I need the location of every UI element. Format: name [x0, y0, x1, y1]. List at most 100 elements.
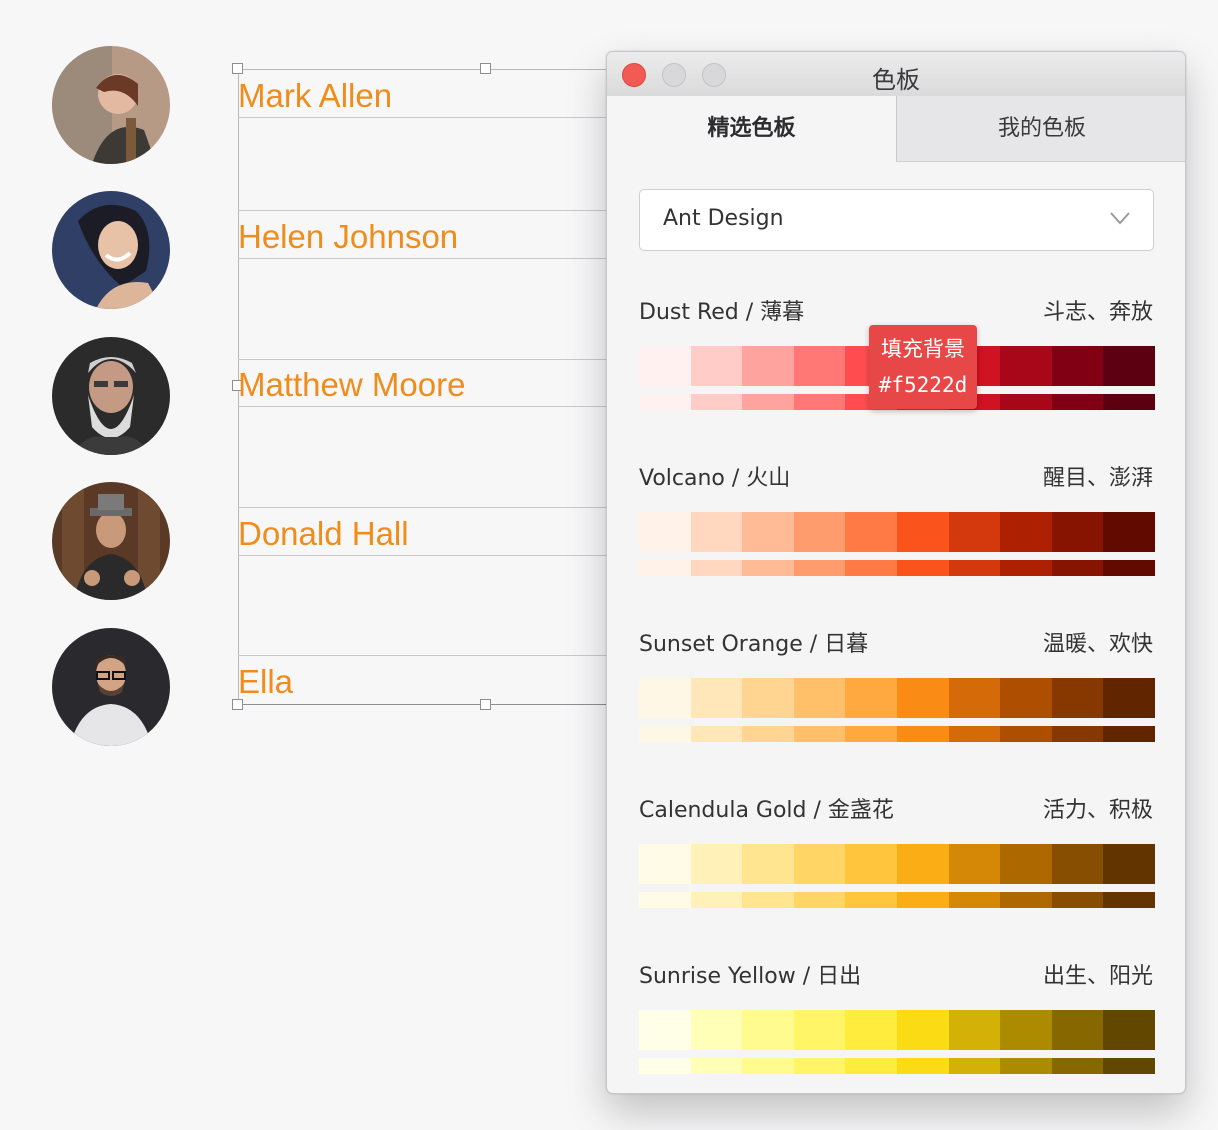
tab-featured-palettes[interactable]: 精选色板: [607, 96, 896, 162]
color-swatch[interactable]: [948, 512, 1001, 552]
color-swatch: [1051, 394, 1104, 410]
color-swatch: [690, 726, 743, 742]
person-name[interactable]: Matthew Moore: [238, 368, 465, 401]
resize-handle-bottom-center[interactable]: [480, 699, 491, 710]
color-swatch: [896, 1058, 949, 1074]
color-swatch[interactable]: [845, 678, 897, 718]
palette-swatches-preview: [639, 892, 1155, 908]
person-name[interactable]: Ella: [238, 665, 293, 698]
avatar[interactable]: [52, 482, 170, 600]
resize-handle-bottom-left[interactable]: [232, 699, 243, 710]
color-swatch[interactable]: [1000, 346, 1052, 386]
resize-handle-top-left[interactable]: [232, 63, 243, 74]
tab-my-palettes[interactable]: 我的色板: [896, 96, 1185, 162]
color-swatch[interactable]: [1051, 346, 1104, 386]
avatar[interactable]: [52, 191, 170, 309]
color-swatch[interactable]: [896, 1010, 949, 1050]
color-swatch[interactable]: [1000, 844, 1052, 884]
color-swatch[interactable]: [793, 844, 846, 884]
selection-frame-top: [238, 69, 608, 70]
color-swatch: [845, 892, 897, 908]
color-swatch[interactable]: [1051, 844, 1104, 884]
color-swatch[interactable]: [690, 1010, 743, 1050]
palette-swatches[interactable]: [639, 844, 1155, 884]
person-photo: [52, 337, 170, 455]
color-swatch[interactable]: [742, 346, 794, 386]
color-swatch: [948, 892, 1001, 908]
window-title: 色板: [872, 66, 920, 94]
color-swatch: [1103, 560, 1155, 576]
color-swatch[interactable]: [793, 1010, 846, 1050]
color-swatch: [1000, 726, 1052, 742]
person-name[interactable]: Donald Hall: [238, 517, 409, 550]
color-swatch[interactable]: [1103, 1010, 1155, 1050]
color-swatch[interactable]: [742, 512, 794, 552]
palette-swatches[interactable]: [639, 678, 1155, 718]
color-swatch[interactable]: [639, 844, 691, 884]
color-swatch: [896, 726, 949, 742]
palette-description: 温暖、欢快: [1042, 632, 1153, 657]
color-swatch[interactable]: [1103, 844, 1155, 884]
palette-swatches[interactable]: [639, 1010, 1155, 1050]
color-swatch[interactable]: [690, 678, 743, 718]
color-swatch: [793, 726, 846, 742]
color-swatch[interactable]: [896, 512, 949, 552]
color-swatch[interactable]: [1051, 678, 1104, 718]
color-swatch[interactable]: [948, 1010, 1001, 1050]
row-divider: [238, 555, 608, 556]
palette-name: Sunset Orange / 日暮: [639, 632, 869, 657]
palette-window: 色板 精选色板 我的色板 Ant Design Dust Red / 薄暮 斗志…: [606, 51, 1186, 1094]
color-swatch[interactable]: [948, 678, 1001, 718]
color-swatch: [1000, 394, 1052, 410]
person-photo: [52, 628, 170, 746]
palette-swatches[interactable]: [639, 512, 1155, 552]
color-swatch[interactable]: [793, 512, 846, 552]
color-swatch[interactable]: [742, 678, 794, 718]
color-swatch[interactable]: [1000, 512, 1052, 552]
color-swatch[interactable]: [845, 1010, 897, 1050]
color-swatch[interactable]: [742, 1010, 794, 1050]
palette-description: 醒目、澎湃: [1042, 466, 1153, 491]
color-swatch[interactable]: [1051, 1010, 1104, 1050]
avatar[interactable]: [52, 46, 170, 164]
color-swatch[interactable]: [690, 346, 743, 386]
color-swatch[interactable]: [1103, 346, 1155, 386]
palette-library-select[interactable]: Ant Design: [639, 189, 1154, 251]
color-swatch: [742, 560, 794, 576]
color-swatch[interactable]: [742, 844, 794, 884]
color-swatch[interactable]: [793, 346, 846, 386]
color-swatch[interactable]: [639, 346, 691, 386]
person-name[interactable]: Helen Johnson: [238, 220, 458, 253]
avatar[interactable]: [52, 337, 170, 455]
title-bar[interactable]: 色板: [607, 52, 1185, 97]
palette-description: 出生、阳光: [1042, 964, 1153, 989]
color-swatch[interactable]: [1103, 678, 1155, 718]
color-swatch[interactable]: [845, 844, 897, 884]
color-swatch: [690, 560, 743, 576]
resize-handle-top-center[interactable]: [480, 63, 491, 74]
row-divider: [238, 210, 608, 211]
color-swatch[interactable]: [948, 844, 1001, 884]
color-swatch: [1051, 560, 1104, 576]
color-swatch[interactable]: [896, 844, 949, 884]
color-swatch[interactable]: [639, 512, 691, 552]
tooltip-hex: #f5222d: [878, 373, 968, 397]
avatar[interactable]: [52, 628, 170, 746]
color-swatch[interactable]: [639, 678, 691, 718]
person-name[interactable]: Mark Allen: [238, 79, 392, 112]
color-swatch[interactable]: [1103, 512, 1155, 552]
color-swatch[interactable]: [845, 512, 897, 552]
color-swatch[interactable]: [690, 844, 743, 884]
color-swatch: [742, 394, 794, 410]
color-swatch[interactable]: [793, 678, 846, 718]
palette-name: Sunrise Yellow / 日出: [639, 964, 862, 989]
color-swatch[interactable]: [896, 678, 949, 718]
color-swatch[interactable]: [690, 512, 743, 552]
color-swatch[interactable]: [639, 1010, 691, 1050]
color-swatch[interactable]: [1000, 1010, 1052, 1050]
color-swatch: [1103, 1058, 1155, 1074]
color-swatch[interactable]: [1000, 678, 1052, 718]
color-swatch: [1051, 726, 1104, 742]
color-swatch: [1103, 394, 1155, 410]
color-swatch[interactable]: [1051, 512, 1104, 552]
